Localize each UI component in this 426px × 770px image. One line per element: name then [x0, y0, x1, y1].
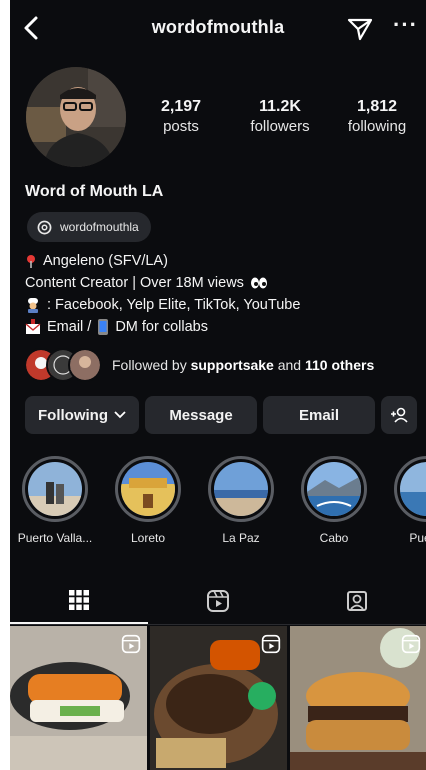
stat-following[interactable]: 1,812 following [332, 98, 422, 135]
tab-tagged[interactable] [288, 578, 426, 624]
following-count: 1,812 [356, 98, 398, 115]
highlight-item[interactable]: Puerto [384, 456, 426, 545]
story-highlights: Puerto Valla... Loreto La Paz Cabo Puert… [10, 456, 426, 556]
add-person-button[interactable] [381, 396, 417, 434]
post-thumbnail[interactable] [290, 626, 426, 770]
send-icon[interactable] [347, 17, 373, 41]
following-label: following [347, 118, 407, 135]
top-bar: wordofmouthla ··· [10, 0, 426, 56]
profile-stats: 2,197 posts 11.2K followers 1,812 follow… [130, 98, 426, 148]
bio-line-location: Angeleno (SFV/LA) [25, 250, 420, 272]
highlight-item[interactable]: Loreto [105, 456, 191, 545]
followed-by[interactable]: Followed by supportsake and 110 others [24, 348, 374, 382]
stat-followers[interactable]: 11.2K followers [235, 98, 325, 135]
bio-line-creator: Content Creator | Over 18M views [25, 272, 420, 294]
following-button[interactable]: Following [25, 396, 139, 434]
post-thumbnail[interactable] [150, 626, 287, 770]
bio-line-contact: Email / DM for collabs [25, 316, 420, 338]
posts-count: 2,197 [160, 98, 202, 115]
posts-label: posts [163, 118, 199, 135]
followers-label: followers [250, 118, 310, 135]
threads-badge[interactable]: wordofmouthla [27, 212, 151, 242]
phone-icon [98, 319, 109, 335]
highlight-item[interactable]: La Paz [198, 456, 284, 545]
tab-reels[interactable] [149, 578, 287, 624]
posts-grid [10, 626, 426, 770]
eyes-icon [250, 277, 267, 289]
followed-by-user[interactable]: supportsake [191, 357, 274, 373]
threads-handle: wordofmouthla [60, 220, 139, 234]
email-button[interactable]: Email [263, 396, 375, 434]
highlight-item[interactable]: Puerto Valla... [12, 456, 98, 545]
message-button[interactable]: Message [145, 396, 257, 434]
reels-icon [207, 590, 229, 612]
highlight-item[interactable]: Cabo [291, 456, 377, 545]
bio: Angeleno (SFV/LA) Content Creator | Over… [25, 250, 420, 338]
tab-posts[interactable] [10, 578, 148, 624]
reels-icon [261, 634, 281, 654]
post-thumbnail[interactable] [10, 626, 147, 770]
location-pin-icon [27, 254, 35, 268]
chef-icon [28, 298, 38, 313]
tagged-icon [347, 591, 367, 611]
add-person-icon [391, 407, 408, 423]
reels-icon [401, 634, 421, 654]
profile-tabs [10, 578, 426, 625]
followers-count: 11.2K [259, 98, 301, 115]
profile-screen: wordofmouthla ··· 2,197 posts 11.2K foll… [10, 0, 426, 770]
grid-icon [69, 590, 89, 610]
stat-posts[interactable]: 2,197 posts [136, 98, 226, 135]
email-icon [25, 319, 41, 334]
display-name: Word of Mouth LA [25, 183, 164, 200]
followed-by-others[interactable]: 110 others [305, 357, 374, 373]
reels-icon [121, 634, 141, 654]
follower-avatar [68, 348, 102, 382]
threads-icon [37, 220, 52, 234]
more-options-button[interactable]: ··· [393, 12, 418, 38]
bio-line-platforms: : Facebook, Yelp Elite, TikTok, YouTube [25, 294, 420, 316]
chevron-down-icon [114, 411, 126, 419]
profile-avatar[interactable] [26, 67, 126, 167]
followed-by-text: Followed by supportsake and 110 others [112, 357, 375, 373]
